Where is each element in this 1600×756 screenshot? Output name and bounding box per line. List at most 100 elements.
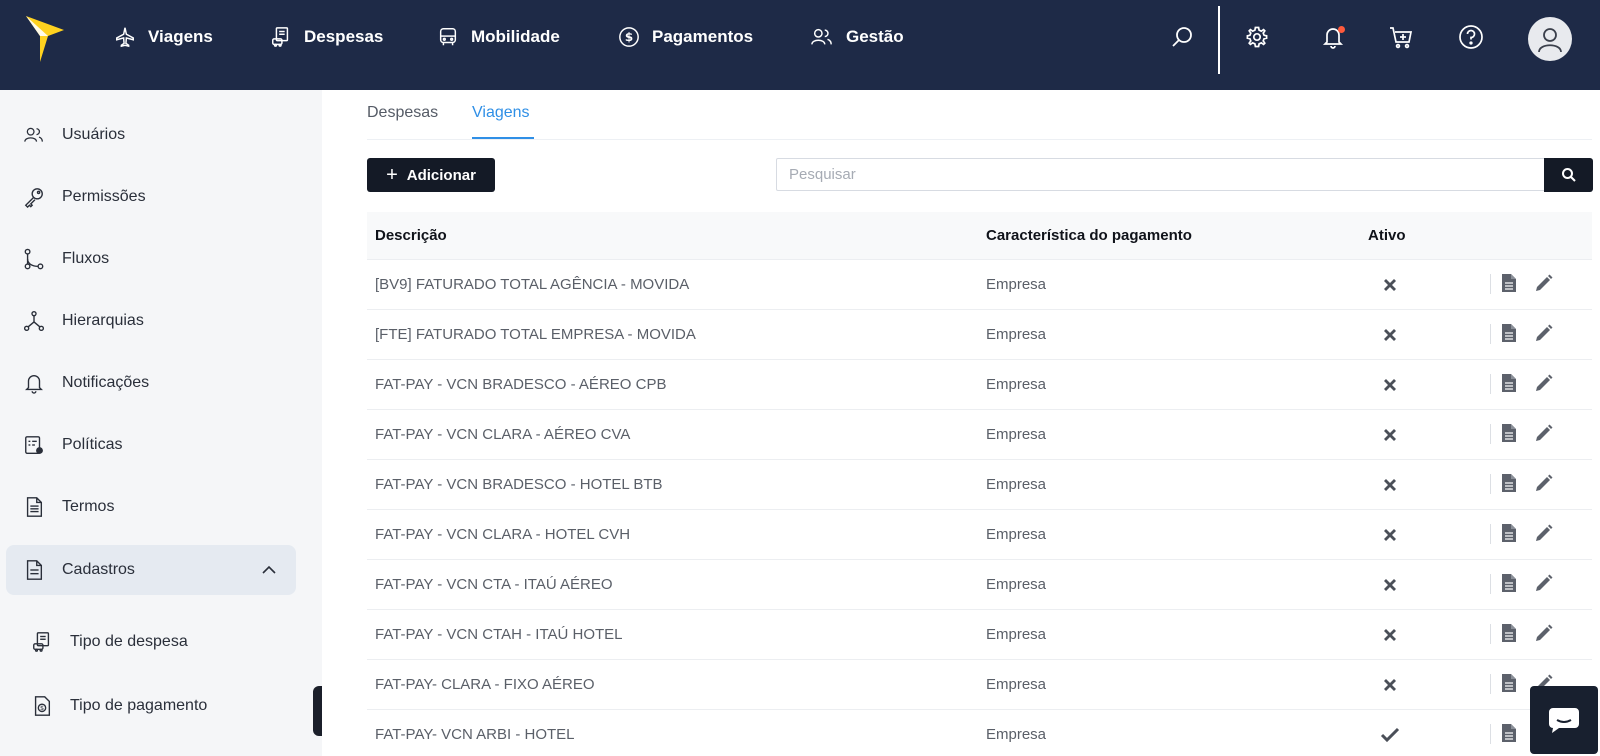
nav-mobilidade[interactable]: Mobilidade xyxy=(437,22,560,52)
actions-divider xyxy=(1490,524,1491,544)
tab-despesas[interactable]: Despesas xyxy=(367,104,438,122)
cell-descricao: FAT-PAY- CLARA - FIXO AÉREO xyxy=(375,676,595,693)
avatar[interactable] xyxy=(1528,17,1572,61)
search-button[interactable] xyxy=(1544,158,1593,192)
sidebar-item-cadastros[interactable]: Cadastros xyxy=(6,545,296,595)
edit-pencil-icon[interactable] xyxy=(1532,571,1556,595)
sidebar-item-usuarios[interactable]: Usuários xyxy=(6,110,296,160)
close-icon xyxy=(1379,425,1401,445)
sidebar-item-permissoes[interactable]: Permissões xyxy=(6,172,296,222)
column-header-caracteristica[interactable]: Característica do pagamento xyxy=(986,227,1192,244)
document-icon[interactable] xyxy=(1498,271,1520,295)
document-icon[interactable] xyxy=(1498,621,1520,645)
cell-caracteristica: Empresa xyxy=(986,576,1047,593)
document-icon[interactable] xyxy=(1498,421,1520,445)
check-icon xyxy=(1379,725,1401,745)
cell-caracteristica: Empresa xyxy=(986,526,1047,543)
add-button-label: Adicionar xyxy=(406,166,476,184)
sidebar-subitem-tipo-de-despesa[interactable]: Tipo de despesa xyxy=(30,622,290,662)
help-icon[interactable] xyxy=(1456,22,1486,52)
document-icon[interactable] xyxy=(1498,521,1520,545)
add-button[interactable]: + Adicionar xyxy=(367,158,495,192)
document-icon[interactable] xyxy=(1498,671,1520,695)
cell-caracteristica: Empresa xyxy=(986,726,1047,743)
sidebar-item-label: Fluxos xyxy=(62,250,110,267)
nav-mobilidade-label: Mobilidade xyxy=(471,27,560,46)
document-icon[interactable] xyxy=(1498,471,1520,495)
sidebar-item-fluxos[interactable]: Fluxos xyxy=(6,234,296,284)
edit-pencil-icon[interactable] xyxy=(1532,471,1556,495)
nav-despesas-label: Despesas xyxy=(304,27,384,46)
actions-divider xyxy=(1490,274,1491,294)
cell-caracteristica: Empresa xyxy=(986,376,1047,393)
document-icon[interactable] xyxy=(1498,371,1520,395)
nav-despesas[interactable]: Despesas xyxy=(270,22,383,52)
notification-dot xyxy=(1338,26,1345,33)
bell-icon[interactable] xyxy=(1318,22,1348,52)
search-icon[interactable] xyxy=(1167,22,1197,52)
document-icon[interactable] xyxy=(1498,571,1520,595)
table-row[interactable]: FAT-PAY- VCN ARBI - HOTEL Empresa xyxy=(367,710,1592,756)
chat-button[interactable] xyxy=(1530,686,1598,754)
edit-pencil-icon[interactable] xyxy=(1532,621,1556,645)
sidebar-item-termos[interactable]: Termos xyxy=(6,482,296,532)
table-row[interactable]: FAT-PAY - VCN CTA - ITAÚ AÉREO Empresa xyxy=(367,560,1592,610)
column-header-ativo[interactable]: Ativo xyxy=(1368,227,1406,244)
edit-pencil-icon[interactable] xyxy=(1532,271,1556,295)
actions-divider xyxy=(1490,374,1491,394)
cart-plus-icon[interactable] xyxy=(1386,22,1416,52)
receipt-car-icon xyxy=(272,27,289,47)
document-icon xyxy=(22,495,46,519)
nav-gestao[interactable]: Gestão xyxy=(810,22,904,52)
document-icon[interactable] xyxy=(1498,321,1520,345)
table-body: [BV9] FATURADO TOTAL AGÊNCIA - MOVIDA Emp… xyxy=(367,260,1592,756)
edit-pencil-icon[interactable] xyxy=(1532,521,1556,545)
sidebar-item-politicas[interactable]: Políticas xyxy=(6,420,296,470)
sidebar-item-notificacoes[interactable]: Notificações xyxy=(6,358,296,408)
cell-descricao: FAT-PAY - VCN BRADESCO - AÉREO CPB xyxy=(375,376,667,393)
sidebar-item-label: Termos xyxy=(62,498,115,515)
edit-pencil-icon[interactable] xyxy=(1532,371,1556,395)
table-row[interactable]: FAT-PAY - VCN BRADESCO - AÉREO CPB Empres… xyxy=(367,360,1592,410)
search-icon xyxy=(1561,168,1576,182)
table-row[interactable]: [BV9] FATURADO TOTAL AGÊNCIA - MOVIDA Emp… xyxy=(367,260,1592,310)
actions-divider xyxy=(1490,324,1491,344)
edit-pencil-icon[interactable] xyxy=(1532,421,1556,445)
actions-divider xyxy=(1490,724,1491,744)
search-input[interactable] xyxy=(776,158,1547,191)
sidebar: Usuários Permissões Fluxos Hierarquias N… xyxy=(0,90,322,756)
svg-text:$: $ xyxy=(625,30,633,44)
table-row[interactable]: FAT-PAY - VCN CLARA - HOTEL CVH Empresa xyxy=(367,510,1592,560)
table-row[interactable]: FAT-PAY - VCN CTAH - ITAÚ HOTEL Empresa xyxy=(367,610,1592,660)
column-header-descricao[interactable]: Descrição xyxy=(375,227,447,244)
app-logo[interactable] xyxy=(26,14,66,64)
flow-icon xyxy=(22,247,46,271)
tab-viagens[interactable]: Viagens xyxy=(472,104,530,122)
sidebar-subitem-tipo-de-pagamento[interactable]: $ Tipo de pagamento xyxy=(30,686,290,726)
top-navigation-bar: Viagens Despesas Mobilidade $ Pagamentos… xyxy=(0,0,1600,90)
nav-gestao-label: Gestão xyxy=(846,27,904,46)
policy-icon xyxy=(22,433,46,457)
table-row[interactable]: FAT-PAY - VCN CLARA - AÉREO CVA Empresa xyxy=(367,410,1592,460)
actions-divider xyxy=(1490,574,1491,594)
nav-pagamentos[interactable]: $ Pagamentos xyxy=(618,22,753,52)
table-row[interactable]: FAT-PAY- CLARA - FIXO AÉREO Empresa xyxy=(367,660,1592,710)
table-row[interactable]: FAT-PAY - VCN BRADESCO - HOTEL BTB Empres… xyxy=(367,460,1592,510)
cell-caracteristica: Empresa xyxy=(986,476,1047,493)
edit-pencil-icon[interactable] xyxy=(1532,321,1556,345)
table-row[interactable]: [FTE] FATURADO TOTAL EMPRESA - MOVIDA Emp… xyxy=(367,310,1592,360)
airplane-icon xyxy=(116,27,134,48)
svg-text:$: $ xyxy=(40,704,44,712)
chevron-up-icon[interactable] xyxy=(260,561,278,579)
main-content: Despesas Viagens + Adicionar Descrição C… xyxy=(322,90,1600,756)
gear-icon[interactable] xyxy=(1242,22,1272,52)
sidebar-item-hierarquias[interactable]: Hierarquias xyxy=(6,296,296,346)
payment-types-table: Descrição Característica do pagamento At… xyxy=(367,212,1592,756)
cell-descricao: FAT-PAY - VCN CTA - ITAÚ AÉREO xyxy=(375,576,613,593)
actions-divider xyxy=(1490,424,1491,444)
hierarchy-icon xyxy=(22,309,46,333)
nav-viagens[interactable]: Viagens xyxy=(114,22,213,52)
document-icon[interactable] xyxy=(1498,721,1520,745)
cell-descricao: FAT-PAY - VCN CLARA - HOTEL CVH xyxy=(375,526,631,543)
cell-caracteristica: Empresa xyxy=(986,326,1047,343)
